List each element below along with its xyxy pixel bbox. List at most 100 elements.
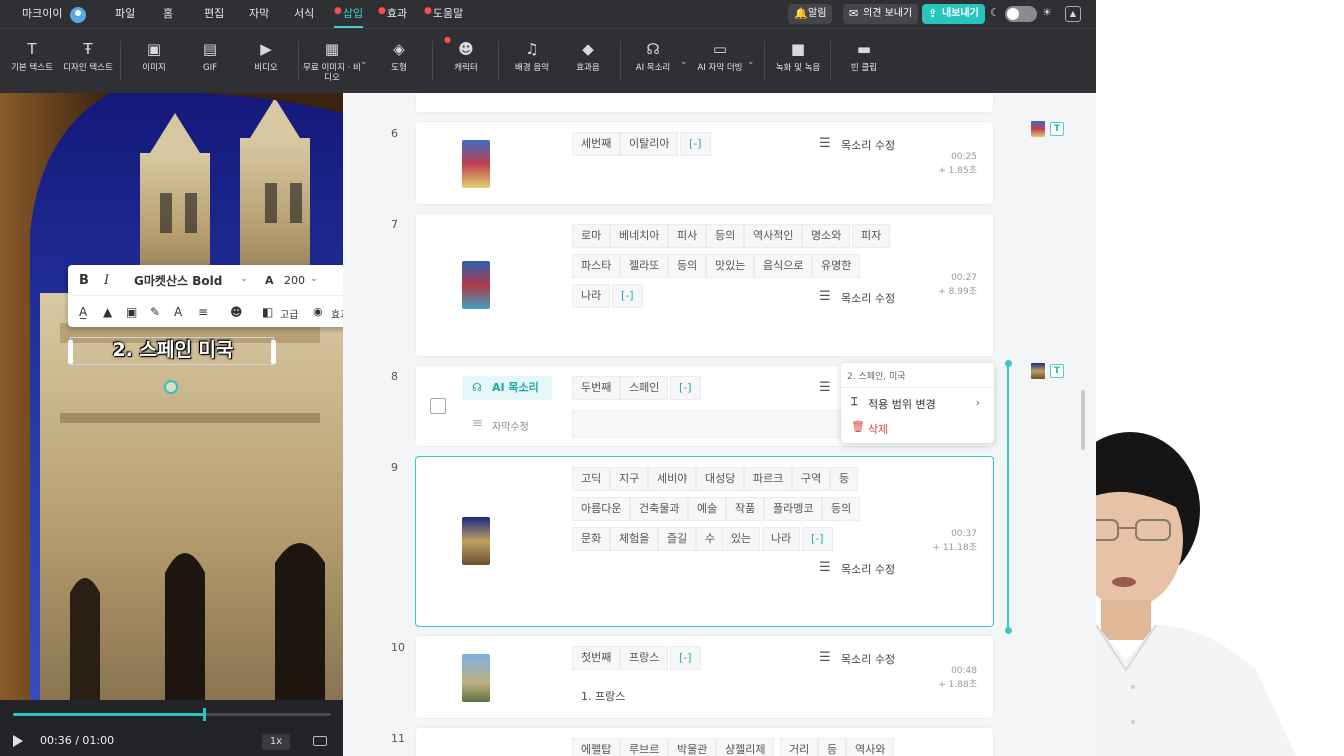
menu-format[interactable]: 서식 xyxy=(294,0,314,28)
word-chip[interactable]: 스페인 xyxy=(620,376,669,400)
character-tool[interactable]: ● ☻ 캐릭터 xyxy=(434,35,498,73)
word-chip[interactable]: 등 xyxy=(830,467,859,491)
scene-checkbox[interactable] xyxy=(430,398,446,414)
scene-thumbnail[interactable] xyxy=(462,654,490,702)
free-media-tool[interactable]: ▦ 무료 이미지 · 비디오 xyxy=(300,35,364,83)
subtitle-edit-button[interactable]: 자막수정 xyxy=(472,416,529,433)
video-tool[interactable]: ▶ 비디오 xyxy=(234,35,298,73)
word-chip[interactable]: 프랑스 xyxy=(620,646,669,670)
pause-chip[interactable]: [-] xyxy=(670,376,701,400)
timeline-text-icon[interactable]: T xyxy=(1050,364,1064,378)
image-tool[interactable]: ▣ 이미지 xyxy=(122,35,186,73)
word-chip[interactable]: 건축물과 xyxy=(630,497,689,521)
word-chip[interactable]: 작품 xyxy=(726,497,765,521)
brand-name[interactable]: 마크이이 xyxy=(22,0,62,28)
word-chip[interactable]: 문화 xyxy=(572,527,611,551)
pause-chip[interactable]: [-] xyxy=(680,132,711,156)
word-chip[interactable]: 명소와 xyxy=(802,224,851,248)
script-scrollbar[interactable] xyxy=(1081,390,1085,450)
timeline-range-start[interactable] xyxy=(1004,360,1012,367)
word-chip[interactable]: 대성당 xyxy=(696,467,745,491)
word-chip[interactable]: 피자 xyxy=(852,224,891,248)
resize-handle-left[interactable] xyxy=(68,340,73,364)
basic-text-tool[interactable]: T 기본 텍스트 xyxy=(0,35,64,73)
word-chip[interactable]: 세번째 xyxy=(572,132,621,156)
chevron-down-icon[interactable]: ⌄ xyxy=(680,57,688,67)
design-text-tool[interactable]: Ŧ 디자인 텍스트 xyxy=(56,35,120,73)
text-color-icon[interactable]: A̲ xyxy=(79,305,87,319)
word-chip[interactable]: 베네치아 xyxy=(610,224,669,248)
word-chip[interactable]: 이탈리아 xyxy=(620,132,679,156)
voice-edit-button[interactable]: 목소리 수정 xyxy=(819,136,895,153)
speed-button[interactable]: 1x xyxy=(262,734,290,750)
voice-settings-icon[interactable]: ☰ xyxy=(819,380,831,395)
menu-edit[interactable]: 편집 xyxy=(204,0,224,28)
delete-item[interactable]: 🗑 삭제 xyxy=(851,420,888,437)
change-scope-item[interactable]: ⌶ 적용 범위 변경 xyxy=(851,395,936,412)
word-chip[interactable]: 등의 xyxy=(706,224,745,248)
ai-dubbing-tool[interactable]: ▭ AI 자막 더빙 xyxy=(688,35,752,73)
word-chip[interactable]: 지구 xyxy=(610,467,649,491)
seek-handle[interactable] xyxy=(202,708,206,721)
menu-help[interactable]: ●도움말 xyxy=(424,0,463,28)
shape-tool[interactable]: ◈ 도형 xyxy=(367,35,431,73)
subtitle-text[interactable]: 2. 스페인 미국 xyxy=(71,338,275,362)
italic-button[interactable]: I xyxy=(104,273,109,288)
voice-edit-button[interactable]: 목소리 수정 xyxy=(819,289,895,306)
timeline-range-end[interactable] xyxy=(1004,627,1012,634)
word-chip[interactable]: 구역 xyxy=(792,467,831,491)
background-music-tool[interactable]: ♫ 배경 음악 xyxy=(500,35,564,73)
scene-thumbnail[interactable] xyxy=(462,517,490,565)
timeline-text-icon[interactable]: T xyxy=(1050,122,1064,136)
ai-voice-tool[interactable]: ☊ AI 목소리 xyxy=(621,35,685,73)
scene-card-6[interactable]: 세번째 이탈리아 [-] 목소리 수정 00:25+ 1.85초 xyxy=(415,121,994,205)
scene-card-10[interactable]: 첫번째 프랑스 [-] 1. 프랑스 목소리 수정 00:48+ 1.88초 xyxy=(415,635,994,719)
collapse-button[interactable]: ▲ xyxy=(1065,6,1081,22)
emoji-icon[interactable]: ☻ xyxy=(230,305,243,319)
chevron-down-icon[interactable]: ⌄ xyxy=(747,57,755,67)
subtitle-overlay[interactable]: 2. 스페인 미국 xyxy=(68,337,276,365)
word-chip[interactable]: 즐길 xyxy=(658,527,697,551)
scene-card-11[interactable]: 에펠탑 루브르 박물관 샹젤리제 거리 등 역사와 xyxy=(415,727,994,756)
text-fill-icon[interactable]: ▲ xyxy=(103,305,112,319)
word-chip[interactable]: 고딕 xyxy=(572,467,611,491)
word-chip[interactable]: 역사적인 xyxy=(744,224,803,248)
chevron-down-icon[interactable]: ⌄ xyxy=(310,274,318,284)
record-tool[interactable]: ■ 녹화 및 녹음 xyxy=(766,35,830,73)
subtitle-sentence[interactable]: 1. 프랑스 xyxy=(581,688,625,704)
word-chip[interactable]: 파르크 xyxy=(744,467,793,491)
export-button[interactable]: ⇪ 내보내기 xyxy=(922,4,985,24)
word-chip[interactable]: 맛있는 xyxy=(706,254,755,278)
user-avatar-icon[interactable] xyxy=(70,7,86,23)
pause-chip[interactable]: [-] xyxy=(802,527,833,551)
voice-edit-button[interactable]: 목소리 수정 xyxy=(819,560,895,577)
menu-home[interactable]: 홈 xyxy=(163,0,173,28)
word-chip[interactable]: 박물관 xyxy=(668,738,717,756)
word-chip[interactable]: 등 xyxy=(818,738,847,756)
menu-insert[interactable]: ●삽입 xyxy=(334,0,364,28)
word-chip[interactable]: 젤라또 xyxy=(620,254,669,278)
word-chip[interactable]: 피사 xyxy=(668,224,707,248)
timeline-image-thumb[interactable] xyxy=(1031,363,1045,379)
menu-file[interactable]: 파일 xyxy=(115,0,135,28)
play-icon[interactable] xyxy=(13,735,23,747)
word-chip[interactable]: 루브르 xyxy=(620,738,669,756)
menu-effects[interactable]: ●효과 xyxy=(378,0,407,28)
word-chip[interactable]: 수 xyxy=(696,527,725,551)
theme-toggle[interactable] xyxy=(1005,6,1037,22)
gif-tool[interactable]: ▤ GIF xyxy=(178,35,242,73)
word-chip[interactable]: 음식으로 xyxy=(754,254,813,278)
word-chip[interactable]: 등의 xyxy=(822,497,861,521)
word-chip[interactable]: 등의 xyxy=(668,254,707,278)
menu-subtitle[interactable]: 자막 xyxy=(249,0,269,28)
video-preview[interactable]: › xyxy=(0,93,343,756)
scene-thumbnail[interactable] xyxy=(462,140,490,188)
ai-voice-button[interactable]: ☊ AI 목소리 xyxy=(462,376,552,400)
chevron-down-icon[interactable]: ⌄ xyxy=(240,274,248,284)
word-chip[interactable]: 파스타 xyxy=(572,254,621,278)
align-icon[interactable]: ≡ xyxy=(198,305,208,319)
text-background-icon[interactable]: ▣ xyxy=(126,305,137,319)
fullscreen-icon[interactable] xyxy=(313,736,327,746)
word-chip[interactable]: 예술 xyxy=(688,497,727,521)
scene-card-9[interactable]: 고딕 지구 세비야 대성당 파르크 구역 등 아름다운 건축물과 예술 작품 플… xyxy=(415,456,994,627)
